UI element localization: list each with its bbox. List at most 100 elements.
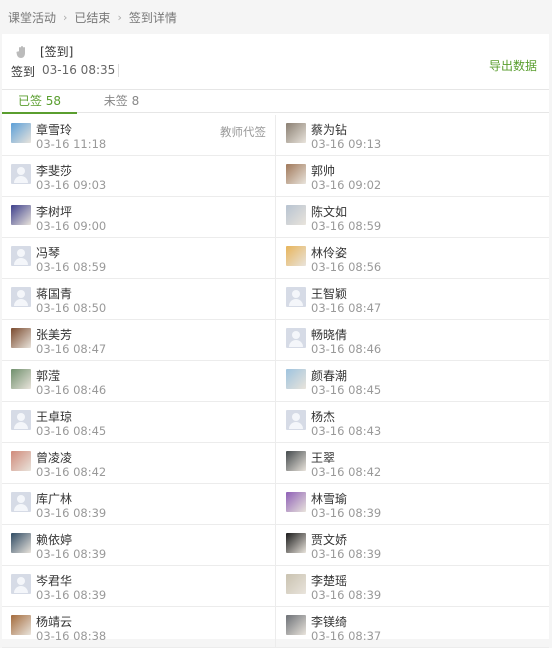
student-item[interactable]: 林伶姿 03-16 08:56 [276, 238, 549, 278]
checkin-time: 03-16 09:03 [36, 178, 107, 192]
student-item[interactable]: 蔡为钻 03-16 09:13 [276, 115, 549, 155]
checkin-time: 03-16 08:56 [311, 260, 382, 274]
student-item[interactable]: 章雪玲 03-16 11:18 教师代签 [2, 115, 276, 155]
checkin-time: 03-16 09:00 [36, 219, 107, 233]
student-item[interactable]: 郭帅 03-16 09:02 [276, 156, 549, 196]
student-item[interactable]: 颜春潮 03-16 08:45 [276, 361, 549, 401]
student-row: 郭滢 03-16 08:46 颜春潮 03-16 08:45 [2, 361, 549, 402]
student-item[interactable]: 郭滢 03-16 08:46 [2, 361, 276, 401]
student-item[interactable]: 库广林 03-16 08:39 [2, 484, 276, 524]
student-name: 王翠 [311, 451, 336, 465]
checkin-time: 03-16 08:59 [36, 260, 107, 274]
student-name: 杨靖云 [36, 615, 73, 629]
avatar [286, 246, 306, 266]
student-name: 贾文娇 [311, 533, 348, 547]
student-item[interactable]: 李镁绮 03-16 08:37 [276, 607, 549, 647]
default-avatar-icon [11, 164, 31, 184]
avatar [11, 533, 31, 553]
checkin-time: 03-16 08:37 [311, 629, 382, 643]
tab-unsigned[interactable]: 未签 8 [84, 92, 159, 112]
student-item[interactable]: 畅晓倩 03-16 08:46 [276, 320, 549, 360]
avatar [286, 615, 306, 635]
student-name: 林雪瑜 [311, 492, 348, 506]
student-item[interactable]: 冯琴 03-16 08:59 [2, 238, 276, 278]
default-avatar-icon [286, 287, 306, 307]
checkin-time: 03-16 08:50 [36, 301, 107, 315]
student-item[interactable]: 李斐莎 03-16 09:03 [2, 156, 276, 196]
checkin-detail-panel: [签到] 签到 03-16 08:35 导出数据 已签 58 未签 8 章雪玲 0… [2, 34, 549, 648]
teacher-proxy-checkin-tag: 教师代签 [220, 125, 266, 139]
student-item[interactable]: 杨杰 03-16 08:43 [276, 402, 549, 442]
student-name: 赖依婷 [36, 533, 73, 547]
student-name: 郭帅 [311, 164, 336, 178]
student-item[interactable]: 杨靖云 03-16 08:38 [2, 607, 276, 647]
avatar [11, 369, 31, 389]
activity-type-label: 签到 [11, 65, 36, 79]
student-row: 库广林 03-16 08:39 林雪瑜 03-16 08:39 [2, 484, 549, 525]
avatar [11, 205, 31, 225]
student-item[interactable]: 张美芳 03-16 08:47 [2, 320, 276, 360]
checkin-time: 03-16 08:39 [36, 547, 107, 561]
student-name: 王智颖 [311, 287, 348, 301]
student-item[interactable]: 陈文如 03-16 08:59 [276, 197, 549, 237]
student-row: 王卓琼 03-16 08:45 杨杰 03-16 08:43 [2, 402, 549, 443]
checkin-time: 03-16 08:39 [36, 588, 107, 602]
student-name: 王卓琼 [36, 410, 73, 424]
avatar [286, 369, 306, 389]
avatar [286, 574, 306, 594]
checkin-time: 03-16 09:02 [311, 178, 382, 192]
checkin-time: 03-16 08:39 [311, 506, 382, 520]
student-item[interactable]: 曾凌凌 03-16 08:42 [2, 443, 276, 483]
checkin-time: 03-16 11:18 [36, 137, 107, 151]
avatar [11, 328, 31, 348]
student-name: 李楚瑶 [311, 574, 348, 588]
student-name: 冯琴 [36, 246, 61, 260]
avatar [11, 123, 31, 143]
student-name: 杨杰 [311, 410, 336, 424]
student-item[interactable]: 贾文娇 03-16 08:39 [276, 525, 549, 565]
breadcrumb-item-ended[interactable]: 已结束 [74, 9, 110, 26]
breadcrumb-item-checkin-detail: 签到详情 [128, 10, 177, 25]
tab-signed[interactable]: 已签 58 [2, 92, 77, 114]
breadcrumb: 课堂活动 › 已结束 › 签到详情 [0, 0, 552, 34]
student-grid: 章雪玲 03-16 11:18 教师代签 蔡为钻 03-16 09:13 李斐莎 03-16… [2, 115, 549, 648]
avatar [286, 492, 306, 512]
avatar [286, 164, 306, 184]
student-name: 库广林 [36, 492, 73, 506]
checkin-time: 03-16 08:39 [311, 588, 382, 602]
student-item[interactable]: 林雪瑜 03-16 08:39 [276, 484, 549, 524]
checkin-time: 03-16 08:39 [36, 506, 107, 520]
avatar [286, 123, 306, 143]
student-item[interactable]: 岑君华 03-16 08:39 [2, 566, 276, 606]
student-name: 林伶姿 [311, 246, 348, 260]
student-row: 冯琴 03-16 08:59 林伶姿 03-16 08:56 [2, 238, 549, 279]
student-row: 张美芳 03-16 08:47 畅晓倩 03-16 08:46 [2, 320, 549, 361]
student-name: 曾凌凌 [36, 451, 73, 465]
export-data-button[interactable]: 导出数据 [489, 57, 537, 74]
checkin-time: 03-16 08:47 [36, 342, 107, 356]
student-name: 蒋国青 [36, 287, 73, 301]
checkin-time: 03-16 08:46 [311, 342, 382, 356]
student-item[interactable]: 赖依婷 03-16 08:39 [2, 525, 276, 565]
student-name: 李树坪 [36, 205, 73, 219]
student-row: 章雪玲 03-16 11:18 教师代签 蔡为钻 03-16 09:13 [2, 115, 549, 156]
student-item[interactable]: 李楚瑶 03-16 08:39 [276, 566, 549, 606]
student-item[interactable]: 王智颖 03-16 08:47 [276, 279, 549, 319]
avatar [286, 205, 306, 225]
hand-icon [16, 46, 25, 58]
default-avatar-icon [286, 410, 306, 430]
student-item[interactable]: 蒋国青 03-16 08:50 [2, 279, 276, 319]
student-item[interactable]: 王翠 03-16 08:42 [276, 443, 549, 483]
student-row: 蒋国青 03-16 08:50 王智颖 03-16 08:47 [2, 279, 549, 320]
avatar [286, 451, 306, 471]
student-name: 蔡为钻 [311, 123, 348, 137]
default-avatar-icon [11, 287, 31, 307]
default-avatar-icon [11, 246, 31, 266]
student-name: 郭滢 [36, 369, 61, 383]
breadcrumb-item-activities[interactable]: 课堂活动 [8, 9, 56, 26]
student-item[interactable]: 李树坪 03-16 09:00 [2, 197, 276, 237]
student-name: 颜春潮 [311, 369, 348, 383]
student-item[interactable]: 王卓琼 03-16 08:45 [2, 402, 276, 442]
checkin-time: 03-16 08:59 [311, 219, 382, 233]
student-row: 李树坪 03-16 09:00 陈文如 03-16 08:59 [2, 197, 549, 238]
